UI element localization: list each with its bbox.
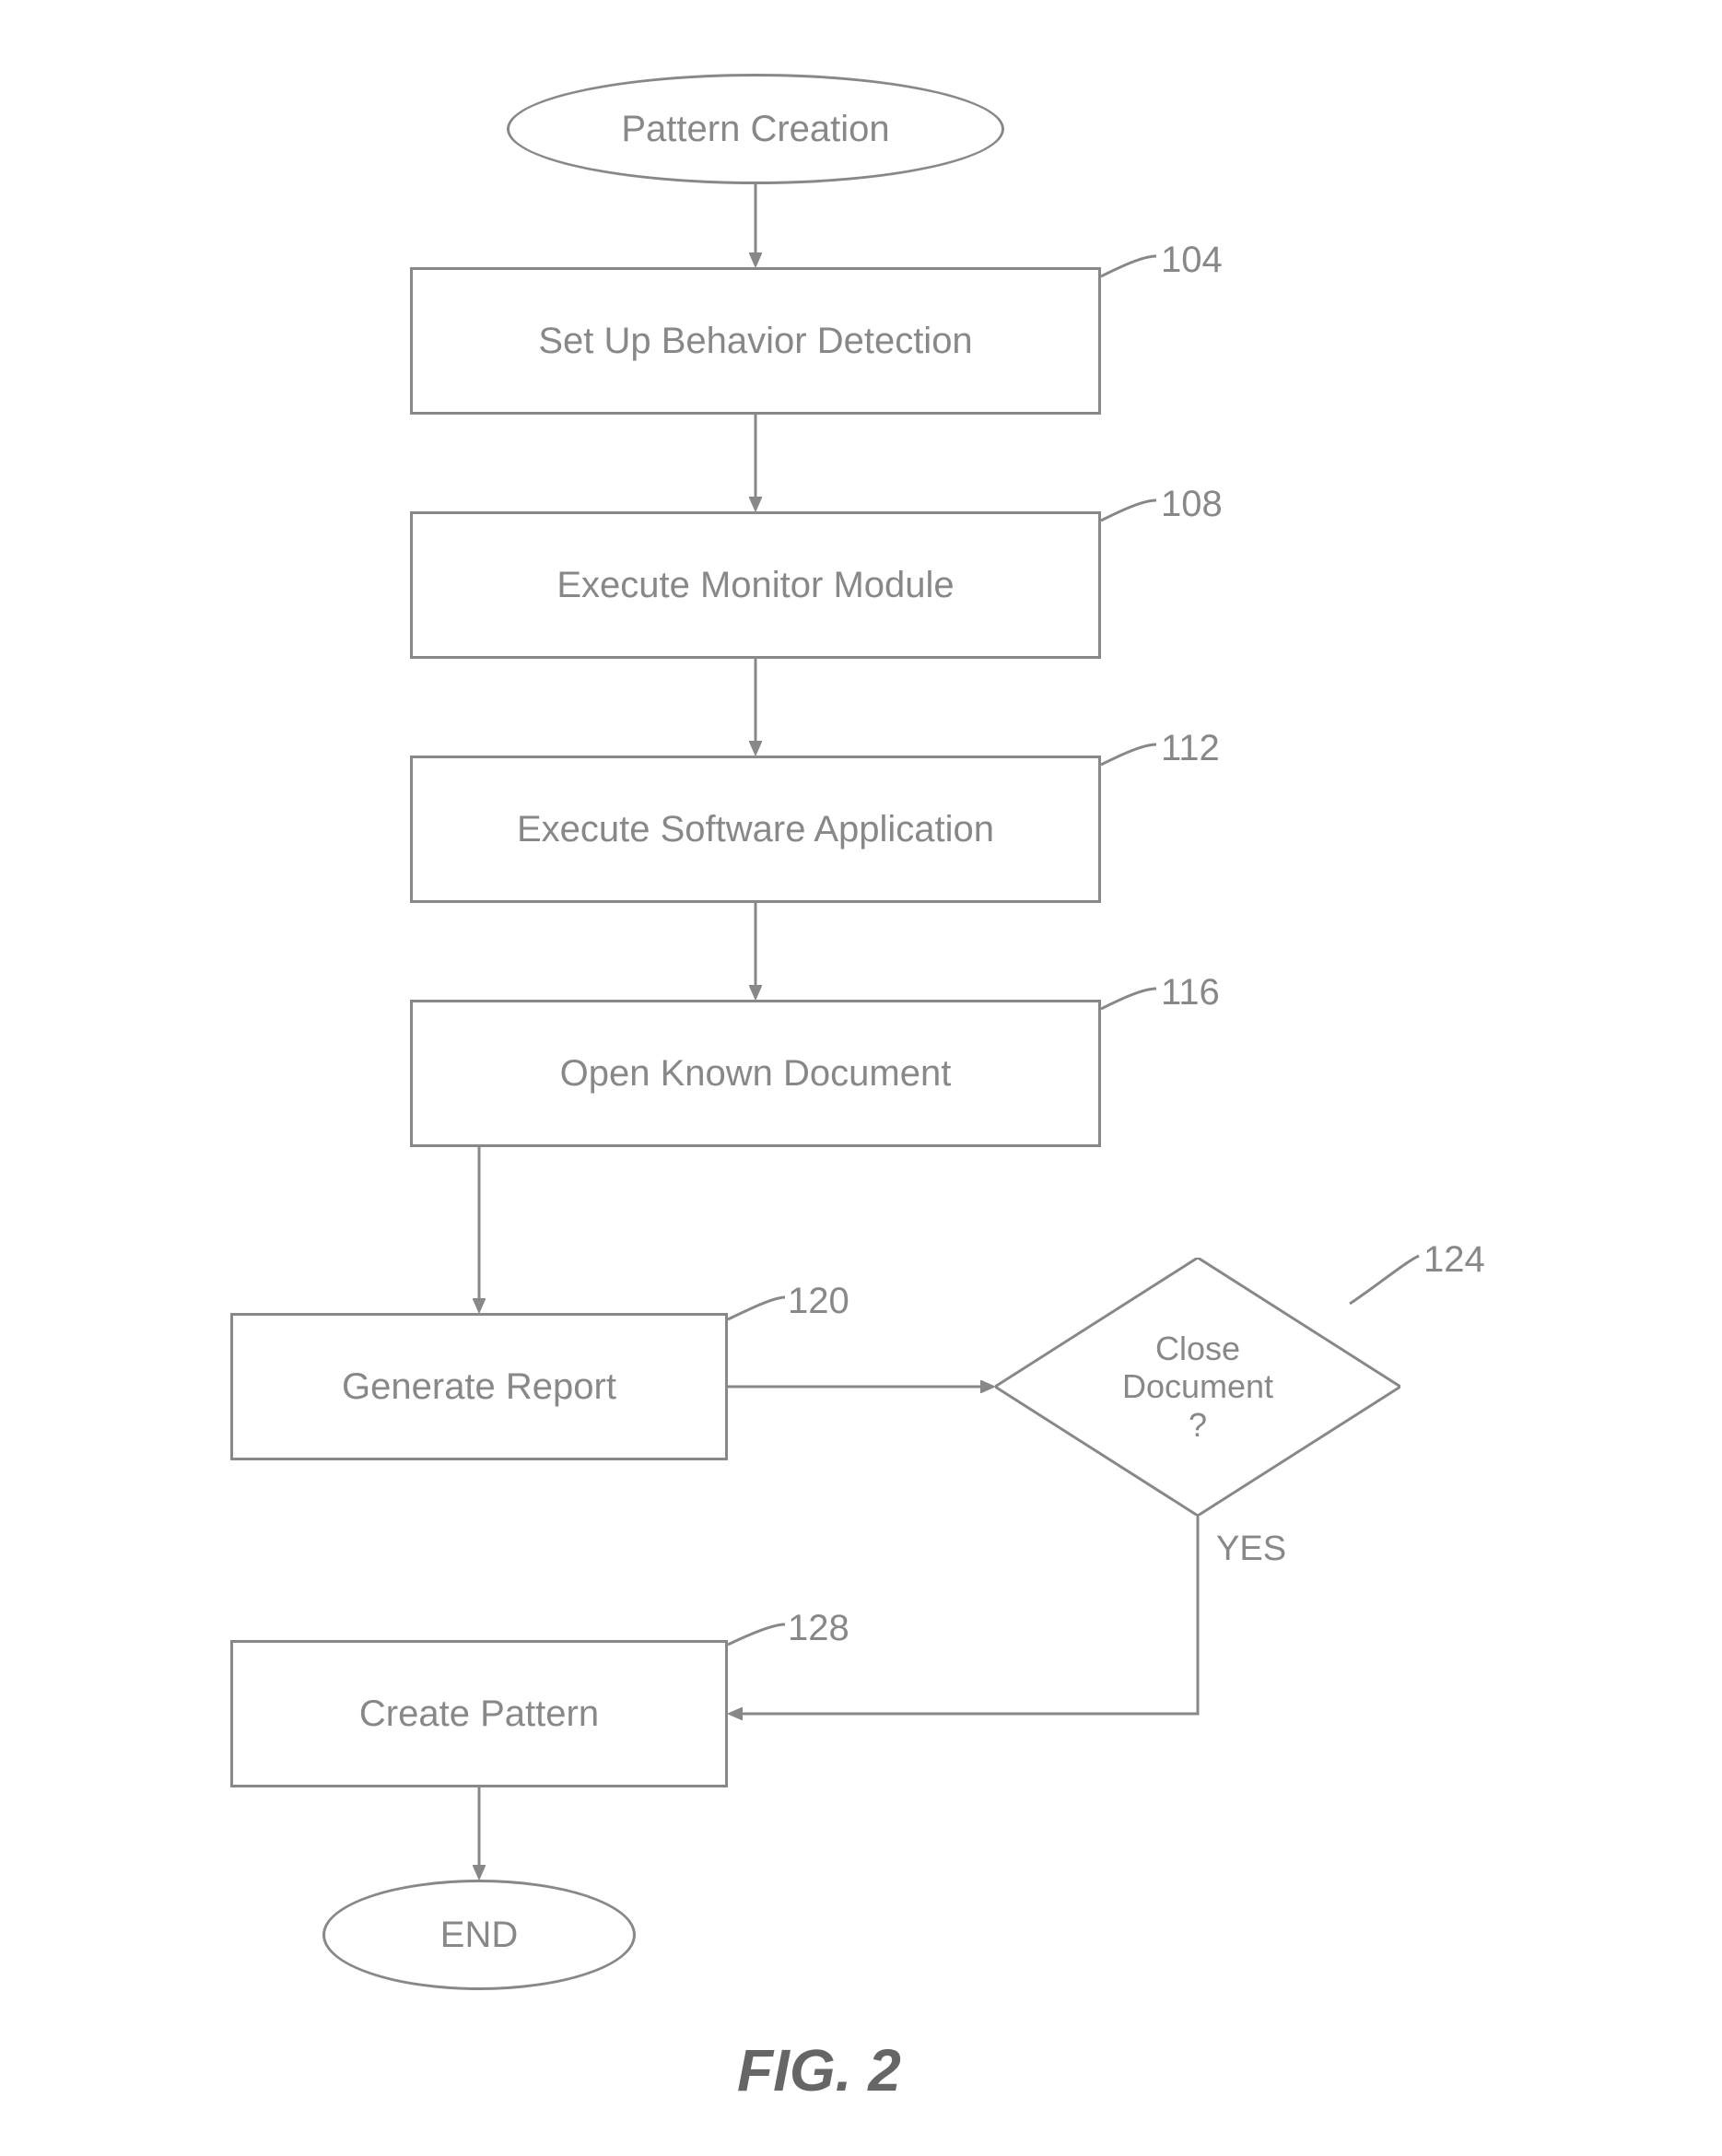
node-112: Execute Software Application — [410, 756, 1101, 903]
node-116: Open Known Document — [410, 1000, 1101, 1147]
node-start-label: Pattern Creation — [621, 109, 889, 150]
node-116-label: Open Known Document — [560, 1053, 952, 1095]
node-end: END — [322, 1880, 636, 1990]
node-128-label: Create Pattern — [359, 1693, 599, 1735]
node-124-label: Close Document ? — [1122, 1330, 1273, 1444]
node-start: Pattern Creation — [507, 74, 1004, 184]
node-108-label: Execute Monitor Module — [556, 565, 954, 606]
figure-caption: FIG. 2 — [737, 2036, 901, 2104]
node-112-label: Execute Software Application — [517, 809, 994, 850]
flowchart-canvas: Pattern Creation Set Up Behavior Detecti… — [0, 0, 1722, 2156]
node-124-ref: 124 — [1423, 1239, 1485, 1281]
node-104-ref: 104 — [1161, 240, 1223, 281]
edge-124-yes-label: YES — [1216, 1529, 1286, 1569]
node-120-label: Generate Report — [342, 1366, 616, 1408]
node-120: Generate Report — [230, 1313, 728, 1460]
node-104: Set Up Behavior Detection — [410, 267, 1101, 415]
node-120-ref: 120 — [788, 1281, 849, 1322]
node-116-ref: 116 — [1161, 972, 1220, 1014]
node-108-ref: 108 — [1161, 484, 1223, 525]
node-128: Create Pattern — [230, 1640, 728, 1787]
node-108: Execute Monitor Module — [410, 511, 1101, 659]
node-112-ref: 112 — [1161, 728, 1220, 769]
node-124: Close Document ? — [995, 1258, 1400, 1516]
node-104-label: Set Up Behavior Detection — [538, 321, 972, 362]
node-128-ref: 128 — [788, 1608, 849, 1649]
node-end-label: END — [440, 1915, 518, 1956]
